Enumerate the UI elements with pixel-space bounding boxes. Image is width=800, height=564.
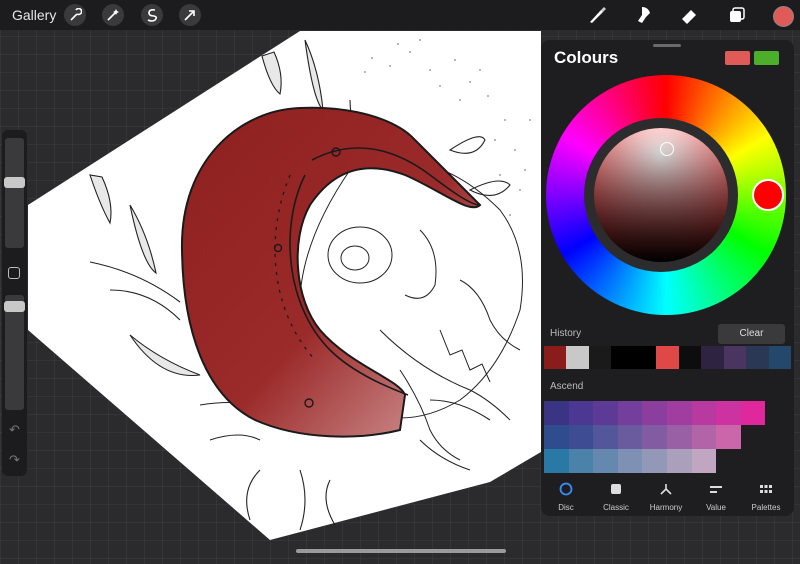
- palette-label: Ascend: [550, 381, 584, 392]
- left-sidebar: ↶ ↷: [2, 130, 27, 476]
- palette-swatch[interactable]: [544, 449, 569, 473]
- layers-icon[interactable]: [727, 5, 747, 25]
- eraser-icon[interactable]: [679, 5, 699, 25]
- tab-value[interactable]: Value: [691, 482, 741, 512]
- sv-picker-handle[interactable]: [660, 142, 674, 156]
- palette-swatch[interactable]: [716, 401, 741, 425]
- palette-swatch[interactable]: [617, 401, 643, 425]
- brush-size-slider[interactable]: [5, 138, 24, 248]
- palette-swatch[interactable]: [544, 425, 569, 449]
- selection-icon[interactable]: [141, 4, 163, 26]
- palette-swatch[interactable]: [691, 449, 717, 473]
- transform-icon[interactable]: [179, 4, 201, 26]
- tab-label: Value: [706, 503, 726, 512]
- undo-icon[interactable]: ↶: [9, 422, 20, 438]
- tab-label: Harmony: [649, 503, 683, 512]
- history-swatch[interactable]: [723, 346, 747, 369]
- history-swatch[interactable]: [768, 346, 791, 369]
- palette-swatch[interactable]: [568, 401, 594, 425]
- panel-title: Colours: [554, 48, 619, 67]
- redo-icon[interactable]: ↷: [9, 452, 20, 468]
- palette-swatch[interactable]: [568, 425, 594, 449]
- history-swatch[interactable]: [656, 346, 679, 369]
- modify-button[interactable]: [8, 267, 20, 279]
- brush-size-thumb[interactable]: [4, 177, 25, 188]
- history-swatch[interactable]: [746, 346, 769, 369]
- history-swatch[interactable]: [611, 346, 634, 369]
- classic-square-icon: [611, 484, 621, 494]
- palette-grid: [544, 401, 766, 473]
- disc-icon: [559, 482, 573, 496]
- palette-swatch[interactable]: [691, 401, 717, 425]
- tab-label: Disc: [558, 503, 574, 512]
- tab-disc[interactable]: Disc: [541, 482, 591, 512]
- tab-harmony[interactable]: Harmony: [641, 482, 691, 512]
- palette-swatch[interactable]: [593, 425, 618, 449]
- palette-swatch[interactable]: [667, 401, 692, 425]
- colours-panel: Colours History Clear Ascend Disc Classi…: [541, 40, 794, 516]
- hue-picker-handle[interactable]: [752, 179, 784, 211]
- history-swatch[interactable]: [566, 346, 589, 369]
- palette-swatch[interactable]: [593, 401, 618, 425]
- palette-swatch[interactable]: [617, 425, 643, 449]
- palette-swatch[interactable]: [544, 401, 569, 425]
- palette-swatch[interactable]: [642, 449, 667, 473]
- palette-swatch[interactable]: [740, 401, 766, 425]
- palettes-grid-icon: [760, 485, 772, 493]
- wrench-icon[interactable]: [64, 4, 86, 26]
- value-sliders-icon: [710, 486, 722, 493]
- history-swatch[interactable]: [678, 346, 702, 369]
- history-label: History: [550, 328, 582, 339]
- tab-label: Classic: [603, 503, 629, 512]
- history-swatch[interactable]: [633, 346, 657, 369]
- palette-swatch[interactable]: [667, 425, 692, 449]
- palette-swatch[interactable]: [568, 449, 594, 473]
- magic-wand-icon[interactable]: [102, 4, 124, 26]
- gallery-button[interactable]: Gallery: [12, 7, 56, 23]
- tab-classic[interactable]: Classic: [591, 482, 641, 512]
- opacity-slider[interactable]: [5, 295, 24, 410]
- secondary-color-swatch[interactable]: [754, 51, 779, 65]
- palette-swatch[interactable]: [593, 449, 618, 473]
- tab-label: Palettes: [751, 503, 781, 512]
- history-swatches: [544, 346, 791, 369]
- home-indicator[interactable]: [296, 549, 506, 553]
- top-toolbar: Gallery: [0, 0, 800, 30]
- palette-swatch[interactable]: [716, 425, 741, 449]
- harmony-icon: [660, 484, 672, 495]
- clear-history-button[interactable]: Clear: [718, 324, 785, 344]
- current-color-button[interactable]: [773, 6, 794, 27]
- palette-swatch[interactable]: [617, 449, 643, 473]
- palette-swatch[interactable]: [691, 425, 717, 449]
- history-swatch[interactable]: [544, 346, 567, 369]
- opacity-thumb[interactable]: [4, 301, 25, 312]
- brush-icon[interactable]: [587, 5, 607, 25]
- panel-grabber[interactable]: [653, 44, 681, 47]
- colour-mode-tabs: Disc Classic Harmony Value Palettes: [541, 482, 794, 516]
- smudge-icon[interactable]: [634, 5, 654, 25]
- tab-palettes[interactable]: Palettes: [741, 482, 791, 512]
- history-swatch[interactable]: [588, 346, 612, 369]
- palette-swatch[interactable]: [642, 401, 667, 425]
- primary-color-swatch[interactable]: [725, 51, 750, 65]
- palette-swatch[interactable]: [667, 449, 692, 473]
- palette-swatch[interactable]: [642, 425, 667, 449]
- history-swatch[interactable]: [701, 346, 724, 369]
